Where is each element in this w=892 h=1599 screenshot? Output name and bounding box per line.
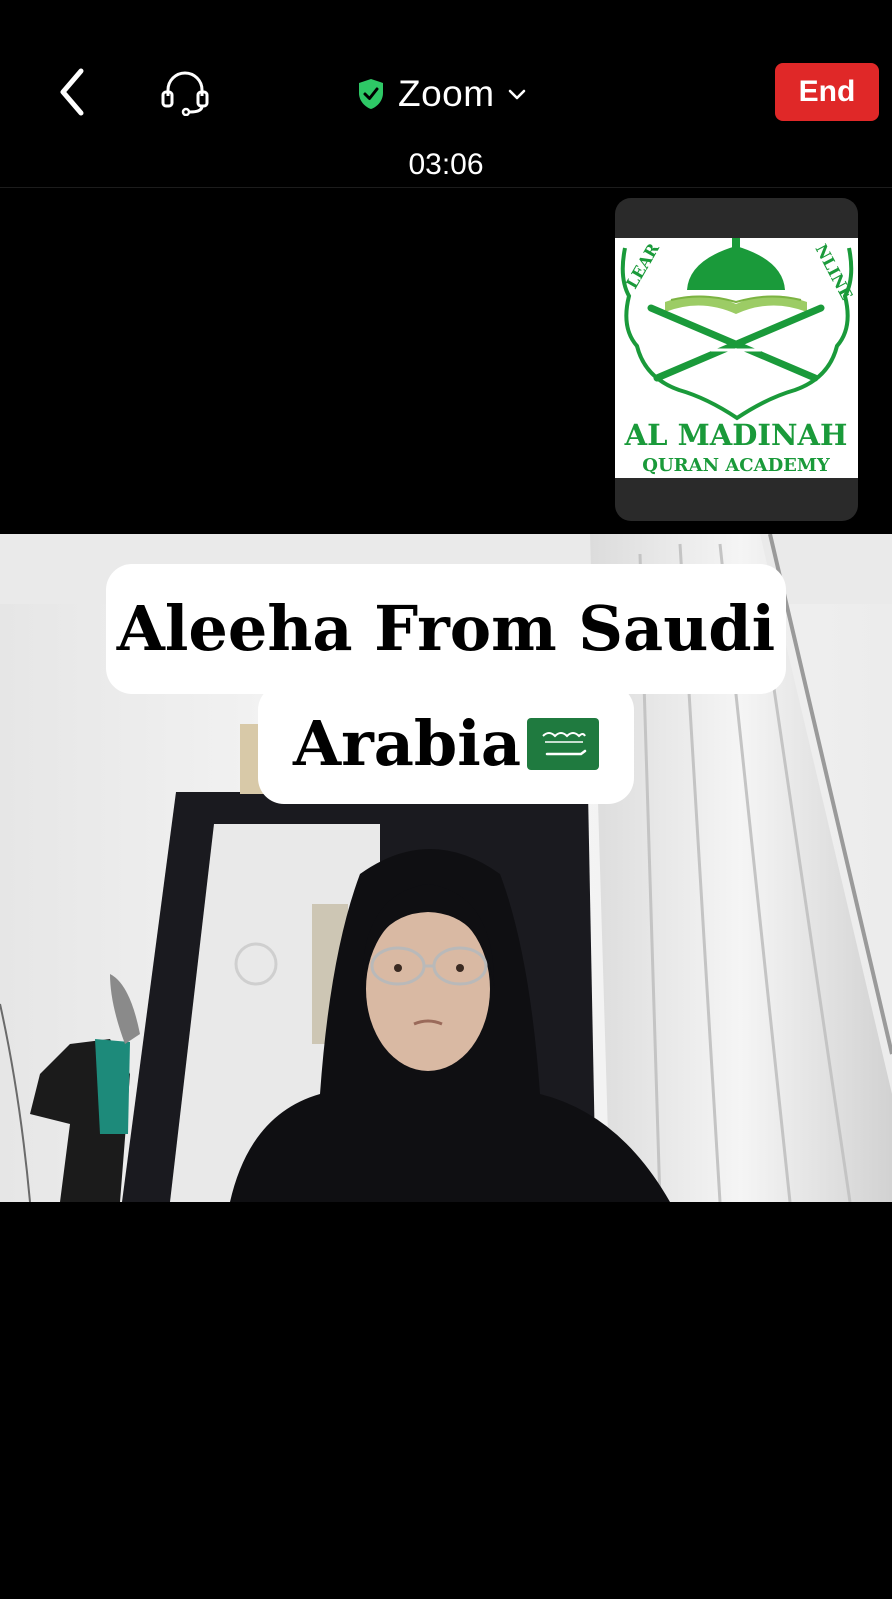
logo-subtitle: QURAN ACADEMY	[642, 455, 831, 476]
shield-check-icon	[359, 79, 383, 109]
back-button[interactable]	[50, 64, 94, 120]
caption-line-2: Arabia	[258, 684, 634, 804]
saudi-arabia-flag-icon	[527, 718, 600, 770]
main-video-feed[interactable]: Aleeha From Saudi Arabia	[0, 534, 892, 1202]
call-toolbar: Zoom End 03:06	[0, 0, 892, 188]
academy-logo: LEAR NLINE AL MADINAH QURAN ACADEMY	[615, 238, 858, 478]
caption-line-2-text: Arabia	[292, 707, 522, 780]
meeting-title: Zoom	[398, 73, 495, 114]
logo-title: AL MADINAH	[624, 418, 848, 452]
chevron-down-icon	[508, 89, 525, 100]
audio-button[interactable]	[158, 68, 212, 118]
caption-line-1: Aleeha From Saudi	[106, 564, 786, 694]
call-timer: 03:06	[408, 148, 484, 181]
end-call-button[interactable]: End	[775, 63, 879, 121]
self-view-thumbnail[interactable]: LEAR NLINE AL MADINAH QURAN ACADEMY	[615, 198, 858, 521]
headset-icon	[161, 71, 209, 116]
meeting-title-dropdown[interactable]: Zoom	[356, 68, 527, 120]
chevron-left-icon	[60, 68, 84, 116]
svg-text:LEAR: LEAR	[622, 239, 663, 292]
